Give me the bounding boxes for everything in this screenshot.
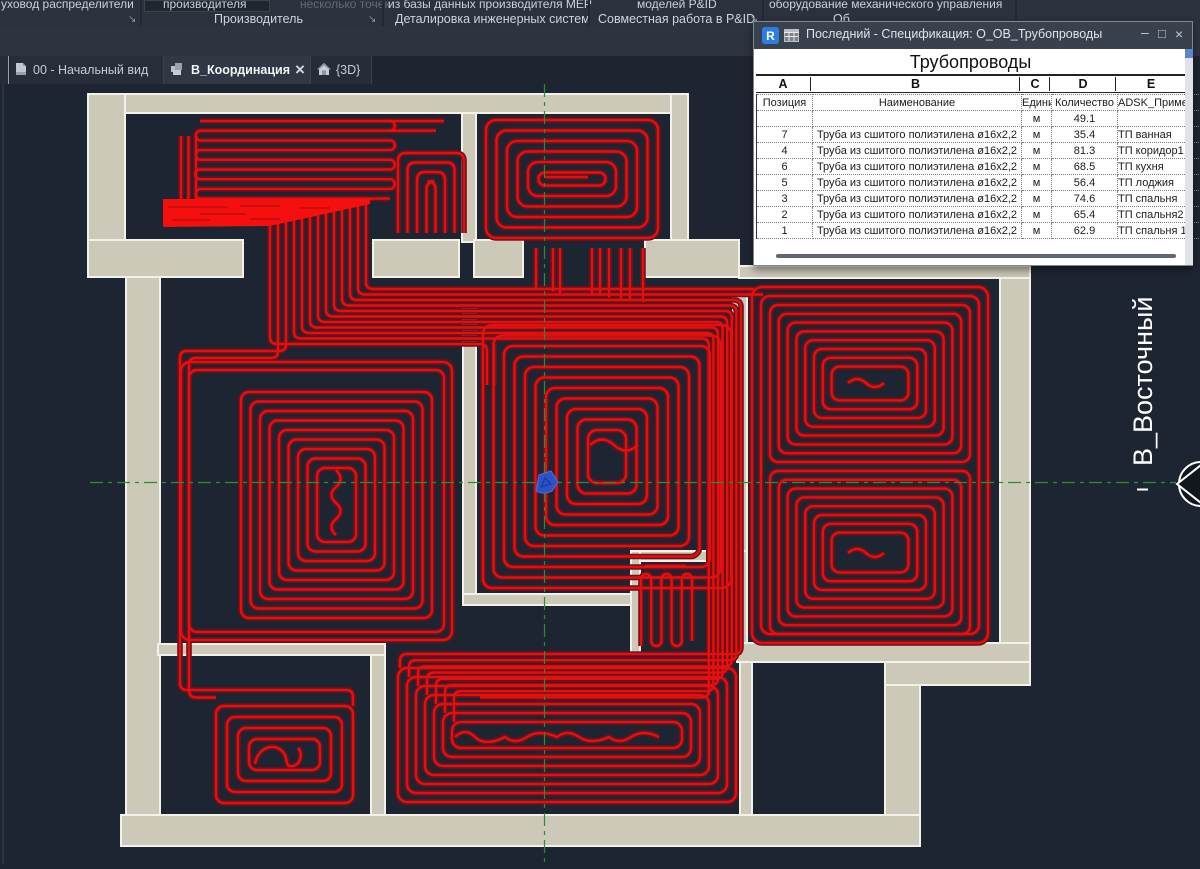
svg-text:R: R [766,29,775,43]
svg-text:В_Восточный: В_Восточный [1128,296,1158,466]
